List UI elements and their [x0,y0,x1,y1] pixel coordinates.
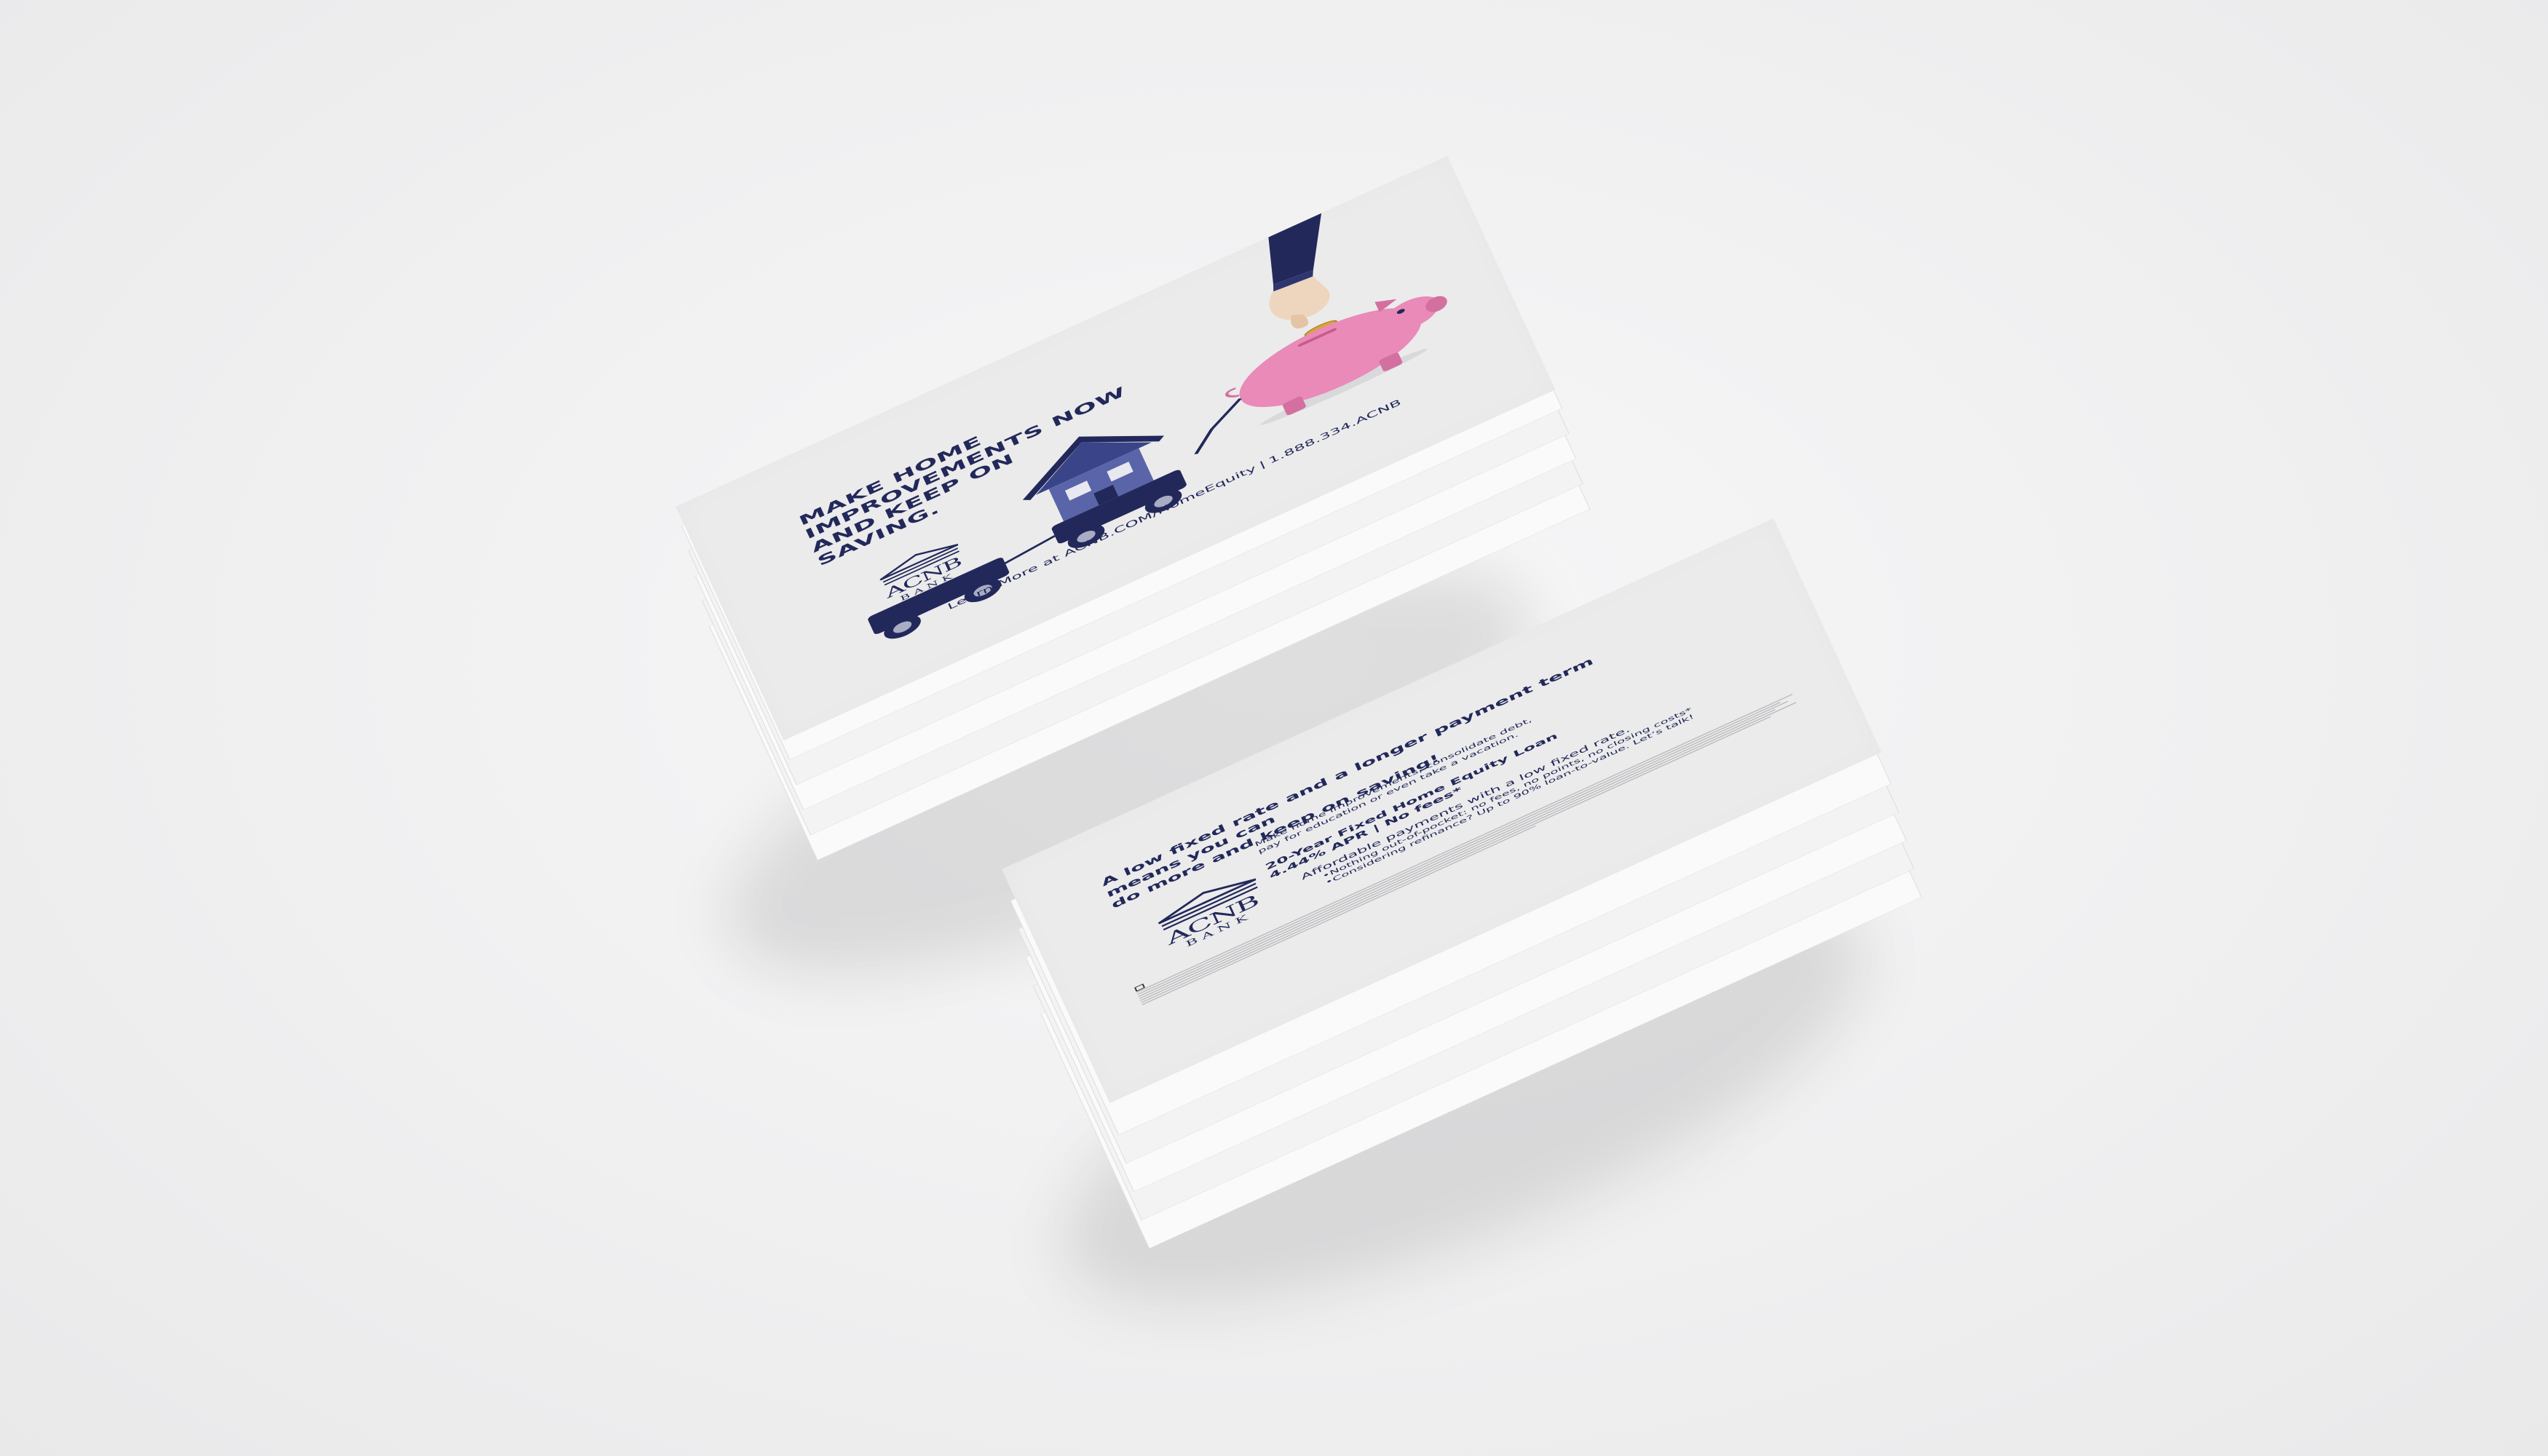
piggy-bank-icon [1225,296,1447,425]
hand-icon [1267,205,1330,329]
wagon-handle [1194,398,1242,455]
scene-background: MAKE HOME IMPROVEMENTS NOW AND KEEP ON S… [0,0,2548,1456]
